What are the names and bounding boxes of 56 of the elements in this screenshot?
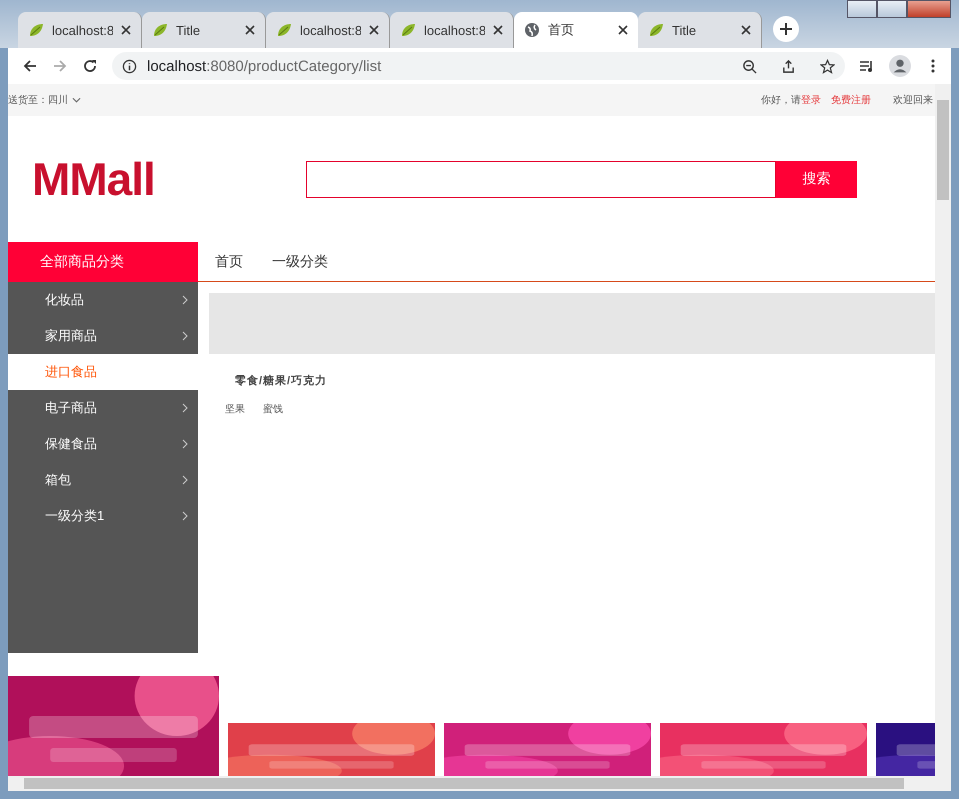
login-link[interactable]: 登录 — [801, 93, 821, 107]
category-item[interactable]: 箱包 — [8, 462, 198, 498]
delivery-label: 送货至： — [8, 94, 48, 107]
chevron-icon — [182, 475, 188, 485]
greeting-text: 你好，请 — [761, 94, 801, 107]
new-tab-icon[interactable] — [772, 15, 800, 43]
leaf-icon — [648, 22, 664, 38]
zoom-out-icon[interactable] — [742, 58, 757, 74]
leaf-icon — [276, 22, 292, 38]
subcategory-link[interactable]: 蜜饯 — [263, 402, 283, 416]
reload-icon[interactable] — [82, 58, 98, 74]
subcategory-link[interactable]: 坚果 — [225, 402, 245, 416]
chevron-icon — [182, 331, 188, 341]
globe-icon — [524, 22, 540, 38]
close-icon[interactable] — [741, 25, 751, 35]
close-icon[interactable] — [493, 25, 503, 35]
close-icon[interactable] — [121, 25, 131, 35]
nav-link[interactable]: 一级分类 — [272, 252, 328, 270]
browser-tab[interactable]: 首页 — [514, 12, 638, 48]
star-icon[interactable] — [820, 58, 835, 74]
caret-icon[interactable] — [72, 97, 81, 103]
nav-link[interactable]: 首页 — [215, 252, 243, 270]
chevron-icon — [182, 403, 188, 413]
register-link[interactable]: 免费注册 — [831, 93, 871, 107]
close-icon[interactable] — [245, 25, 255, 35]
leaf-icon — [152, 22, 168, 38]
close-icon[interactable] — [369, 25, 379, 35]
profile-icon[interactable] — [889, 55, 911, 77]
category-item[interactable]: 化妆品 — [8, 282, 198, 318]
address-field[interactable]: localhost:8080/productCategory/list — [112, 52, 845, 80]
leaf-icon — [28, 22, 44, 38]
subcategory-title[interactable]: 零食/糖果/巧克力 — [225, 373, 935, 388]
location-dropdown[interactable]: 四川 — [48, 93, 68, 107]
chevron-icon — [182, 511, 188, 521]
category-item[interactable]: 保健食品 — [8, 426, 198, 462]
back-icon[interactable] — [22, 58, 38, 74]
share-icon[interactable] — [781, 58, 796, 74]
search-button[interactable]: 搜索 — [776, 160, 857, 198]
all-categories-button[interactable]: 全部商品分类 — [8, 242, 198, 282]
leaf-icon — [400, 22, 416, 38]
media-icon[interactable] — [859, 58, 875, 74]
search-field[interactable] — [306, 160, 776, 198]
window-controls[interactable] — [847, 0, 951, 18]
vertical-scrollbar[interactable] — [935, 84, 951, 776]
browser-tab[interactable]: Title — [142, 12, 266, 48]
close-icon[interactable] — [618, 25, 628, 35]
chevron-icon — [182, 439, 188, 449]
info-icon — [122, 58, 137, 74]
category-item[interactable]: 电子商品 — [8, 390, 198, 426]
category-item[interactable]: 家用商品 — [8, 318, 198, 354]
horizontal-scrollbar[interactable] — [8, 776, 951, 791]
browser-tab[interactable]: Title — [638, 12, 762, 48]
welcome-text: 欢迎回来 — [893, 94, 933, 107]
logo[interactable]: MMall — [32, 152, 306, 206]
category-item[interactable]: 一级分类1 — [8, 498, 198, 534]
chevron-icon — [182, 295, 188, 305]
